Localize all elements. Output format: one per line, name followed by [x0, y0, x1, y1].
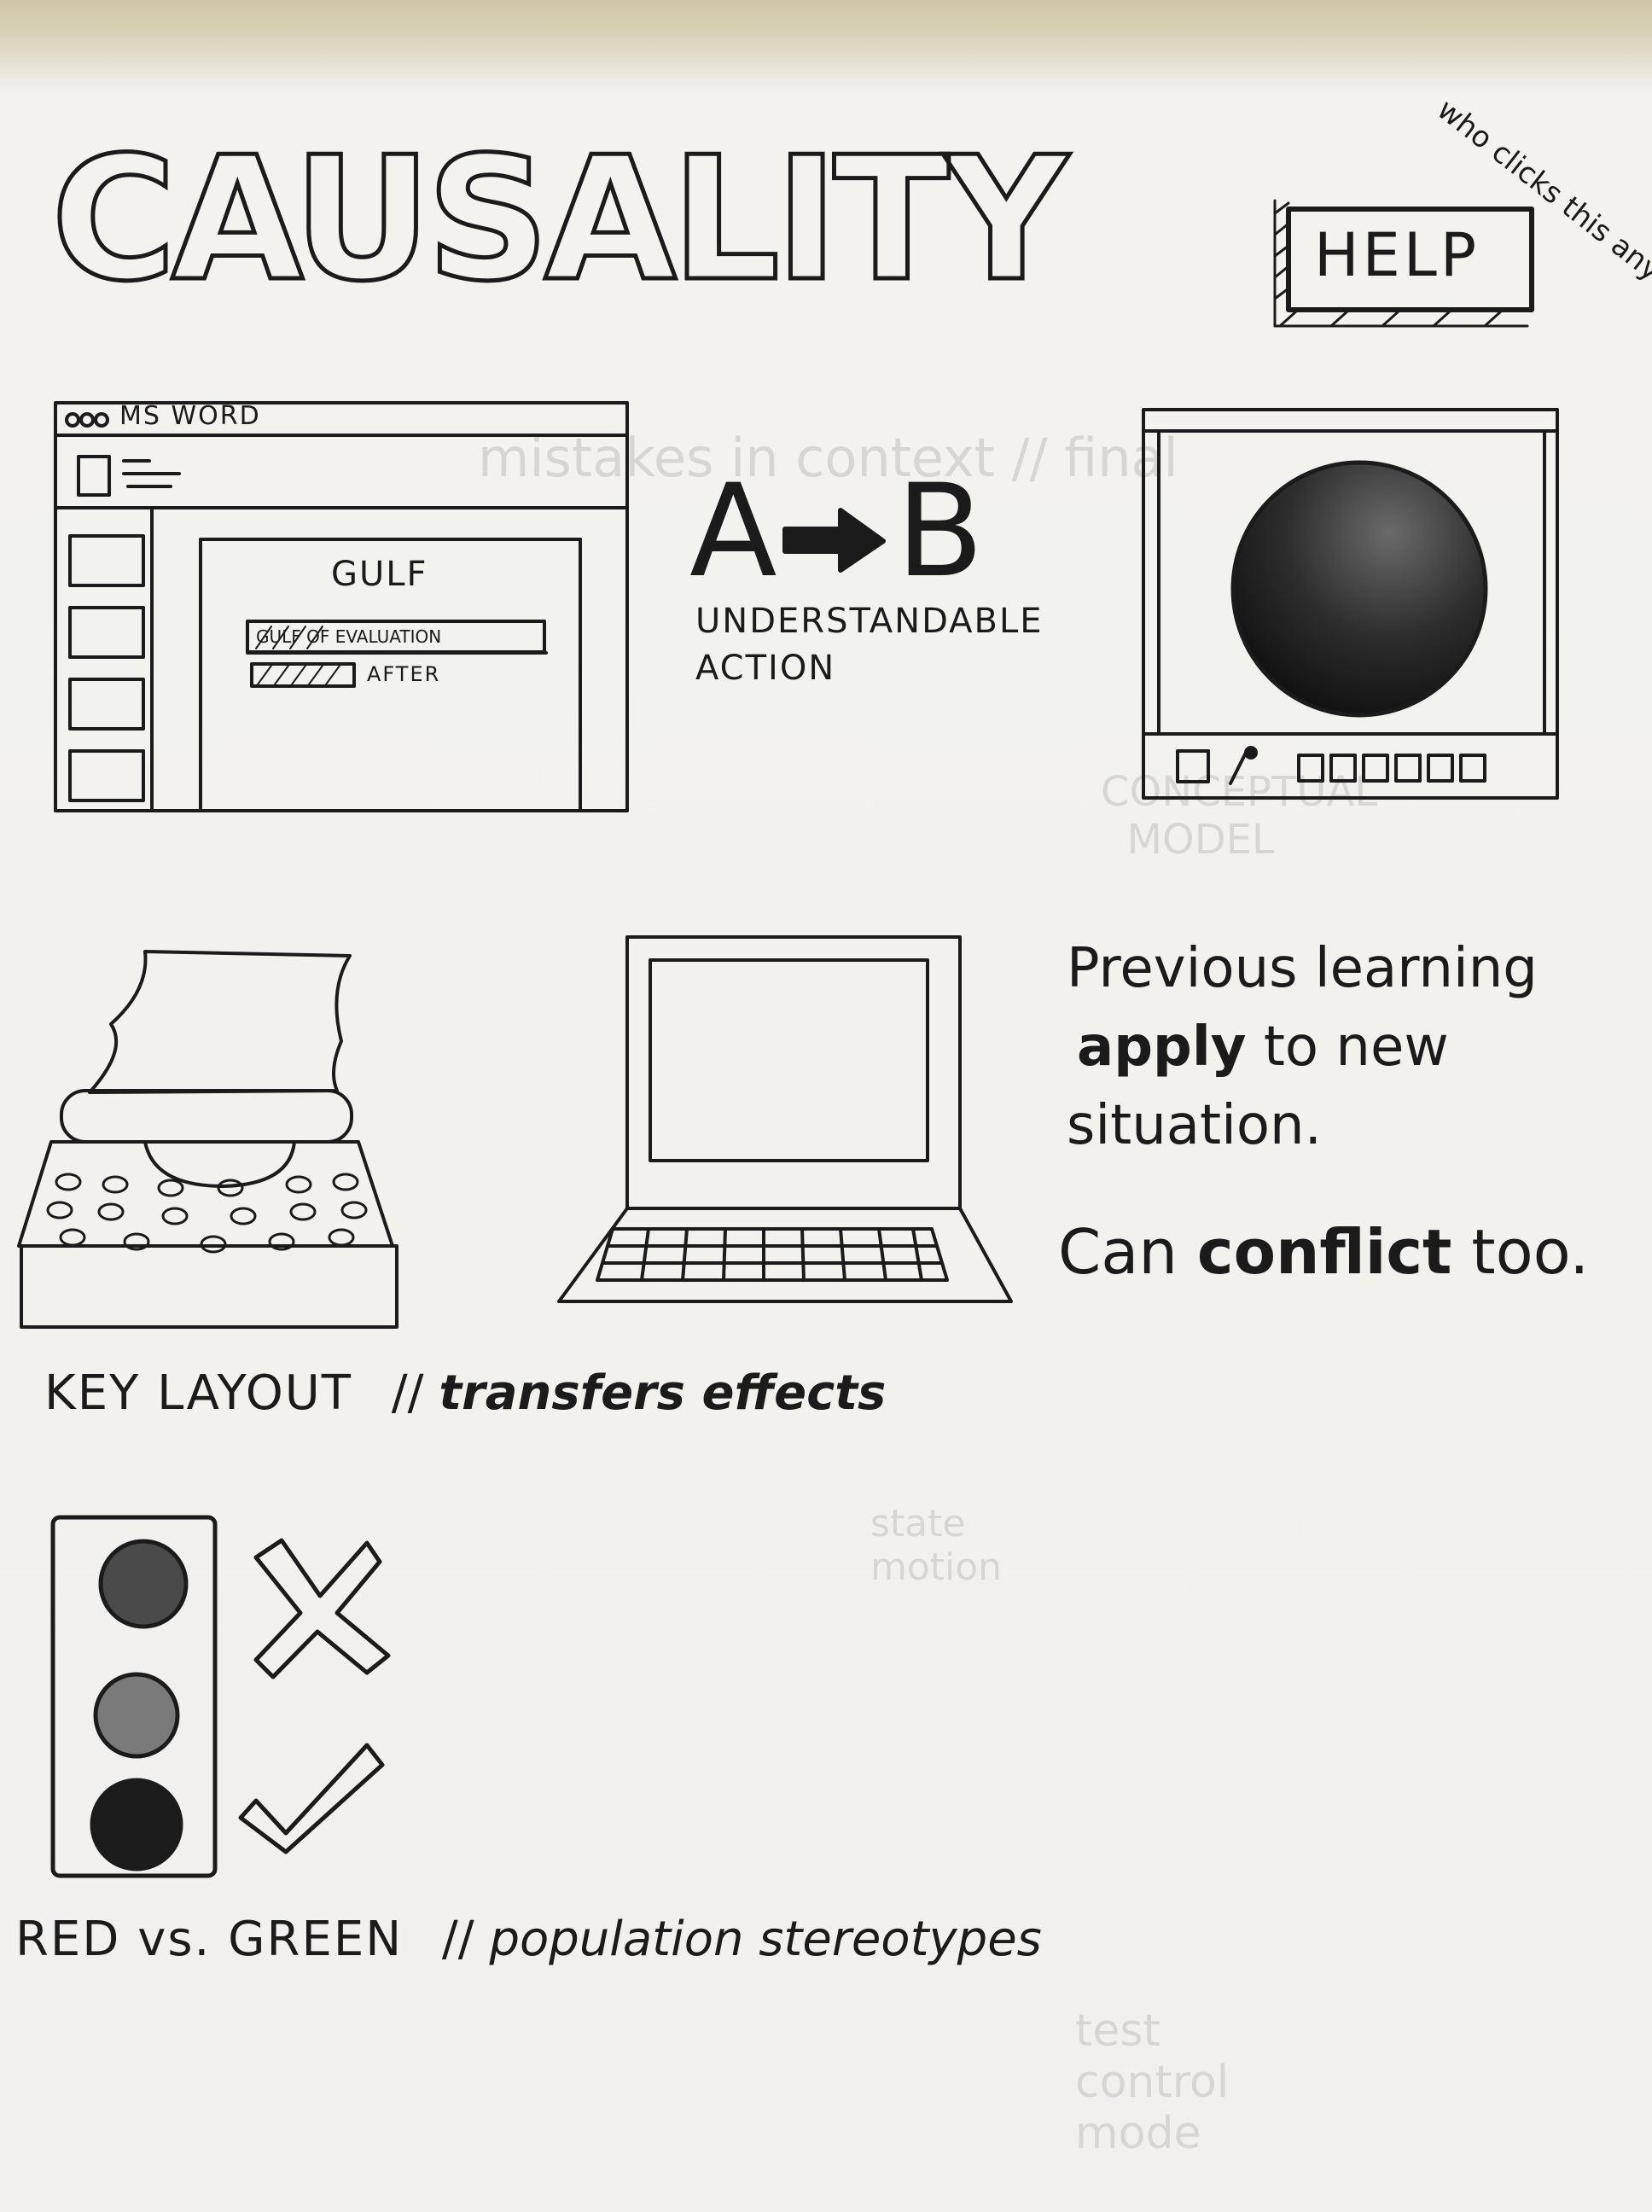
- word-row-1: GULF OF EVALUATION: [256, 626, 442, 647]
- learning-apply: apply: [1077, 1016, 1247, 1079]
- conflict-line: Can conflict too.: [1058, 1216, 1589, 1288]
- key-layout-caps: KEY LAYOUT: [44, 1365, 352, 1421]
- traffic-light-icon: [50, 1515, 218, 1878]
- traffic-caption: RED vs. GREEN // population stereotypes: [15, 1912, 1042, 1967]
- help-label: HELP: [1314, 220, 1480, 290]
- note-action: ACTION: [695, 649, 836, 688]
- key-layout-rest: transfers effects: [439, 1365, 887, 1421]
- note-b: B: [896, 457, 984, 606]
- learning-line-2: apply to new: [1077, 1016, 1449, 1079]
- a-to-b-arrow: [782, 508, 886, 573]
- conflict-can: Can: [1058, 1216, 1178, 1288]
- note-a: A: [689, 457, 777, 606]
- learning-to-new: to new: [1263, 1016, 1449, 1079]
- cross-mark-icon: [253, 1538, 391, 1679]
- word-window-sketch: [54, 401, 629, 812]
- laptop-icon: [557, 935, 1013, 1303]
- conflict-too: too.: [1471, 1216, 1590, 1288]
- sketch-drawing: [17, 199, 1559, 1878]
- word-doc-heading: GULF: [331, 555, 428, 594]
- key-layout-caption: KEY LAYOUT // transfers effects: [44, 1365, 886, 1421]
- sphere-icon: [1230, 460, 1488, 718]
- traffic-caps: RED vs. GREEN: [15, 1912, 404, 1967]
- note-understandable: UNDERSTANDABLE: [695, 602, 1044, 641]
- word-row-2: AFTER: [367, 662, 441, 686]
- key-layout-sep: //: [391, 1365, 424, 1421]
- check-mark-icon: [238, 1743, 385, 1854]
- conflict-word: conflict: [1196, 1216, 1452, 1288]
- traffic-rest: population stereotypes: [489, 1912, 1042, 1967]
- typewriter-icon: [17, 950, 398, 1329]
- traffic-sep: //: [441, 1912, 474, 1967]
- notebook-page: mistakes in context // final CONCEPTUAL …: [0, 0, 1652, 2212]
- learning-line-1: Previous learning: [1067, 937, 1538, 1000]
- page-title: CAUSALITY: [49, 120, 1071, 319]
- word-title-bar: MS WORD: [119, 401, 261, 431]
- learning-line-3: situation.: [1067, 1094, 1322, 1157]
